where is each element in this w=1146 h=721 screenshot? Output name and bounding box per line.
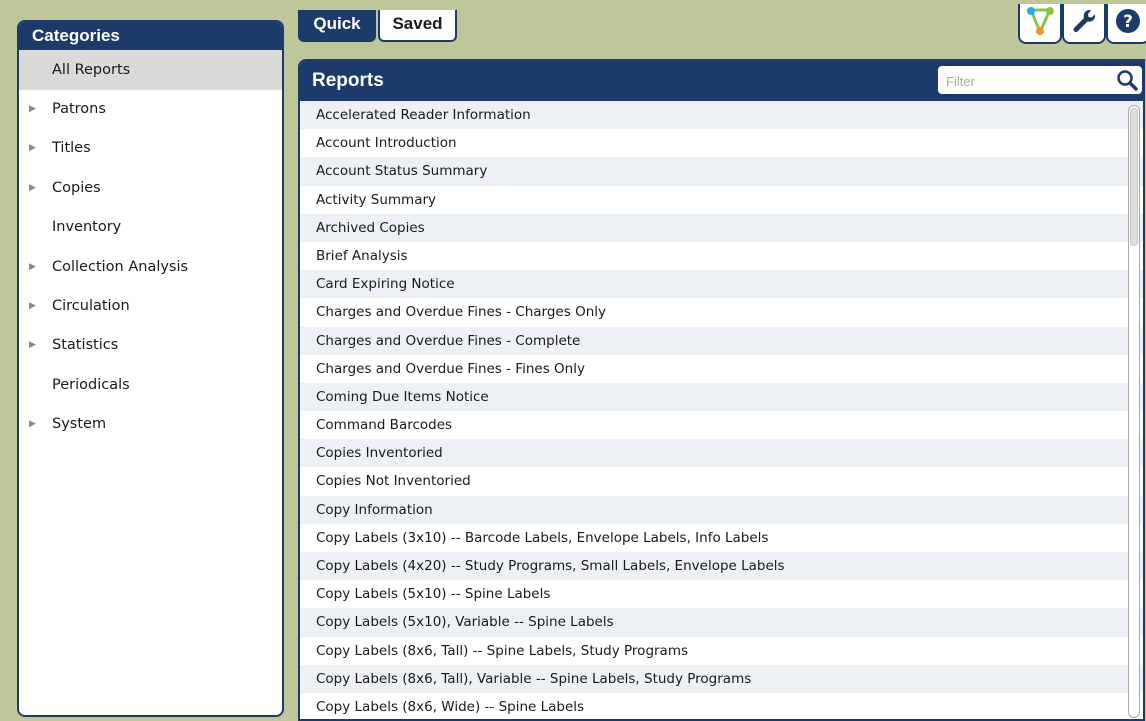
sidebar-item-statistics[interactable]: ▶ Statistics: [19, 326, 282, 365]
report-row[interactable]: Copies Inventoried: [300, 439, 1143, 468]
sidebar-item-circulation[interactable]: ▶ Circulation: [19, 287, 282, 326]
report-row[interactable]: Brief Analysis: [300, 241, 1143, 271]
report-row[interactable]: Charges and Overdue Fines - Fines Only: [300, 354, 1143, 383]
report-row[interactable]: Account Introduction: [300, 129, 1143, 158]
report-row[interactable]: Copy Labels (4x20) -- Study Programs, Sm…: [300, 552, 1143, 581]
report-row[interactable]: Command Barcodes: [300, 411, 1143, 440]
report-row[interactable]: Archived Copies: [300, 213, 1143, 242]
filter-input[interactable]: [938, 66, 1118, 96]
sidebar-item-label: System: [52, 416, 107, 433]
expand-arrow-icon[interactable]: ▶: [29, 326, 36, 365]
expand-arrow-icon[interactable]: ▶: [29, 90, 36, 129]
help-icon: ?: [1115, 7, 1141, 39]
report-row[interactable]: Copy Labels (8x6, Wide) -- Spine Labels: [300, 692, 1143, 719]
sidebar-item-label: Patrons: [52, 101, 106, 117]
categories-panel: Categories All Reports ▶ Patrons ▶ Titles ▶ Co…: [17, 20, 284, 717]
categories-title: Categories: [19, 22, 282, 50]
sidebar-item-label: Periodicals: [52, 376, 130, 393]
workflow-button[interactable]: [1018, 4, 1062, 44]
search-icon[interactable]: [1116, 69, 1138, 95]
sidebar-item-titles[interactable]: ▶ Titles: [19, 129, 282, 168]
report-row[interactable]: Charges and Overdue Fines - Charges Only: [300, 298, 1143, 327]
sidebar-item-label: Circulation: [52, 297, 130, 314]
expand-arrow-icon[interactable]: ▶: [29, 405, 36, 444]
report-row[interactable]: Coming Due Items Notice: [300, 382, 1143, 412]
tab-saved[interactable]: Saved: [378, 10, 457, 42]
sidebar-item-label: Inventory: [52, 219, 122, 236]
report-row[interactable]: Copy Labels (5x10) -- Spine Labels: [300, 580, 1143, 609]
expand-arrow-icon[interactable]: ▶: [29, 169, 36, 208]
sidebar-item-all-reports[interactable]: All Reports: [19, 50, 282, 90]
report-row[interactable]: Charges and Overdue Fines - Complete: [300, 326, 1143, 355]
report-row[interactable]: Card Expiring Notice: [300, 270, 1143, 299]
svg-text:?: ?: [1123, 12, 1133, 32]
expand-arrow-icon[interactable]: ▶: [29, 248, 36, 287]
sidebar-item-copies[interactable]: ▶ Copies: [19, 169, 282, 208]
report-row[interactable]: Activity Summary: [300, 185, 1143, 214]
report-row[interactable]: Copy Information: [300, 495, 1143, 524]
report-row[interactable]: Accelerated Reader Information: [300, 101, 1143, 130]
reports-title: Reports: [312, 70, 384, 91]
sidebar-item-label: Collection Analysis: [52, 258, 189, 275]
reports-header: Reports: [300, 61, 1143, 101]
category-list: All Reports ▶ Patrons ▶ Titles ▶ Copies Invento…: [19, 50, 282, 445]
report-row[interactable]: Copies Not Inventoried: [300, 467, 1143, 496]
settings-button[interactable]: [1062, 4, 1106, 44]
wrench-icon: [1071, 7, 1097, 39]
sidebar-item-label: Copies: [52, 179, 101, 196]
report-list: Accelerated Reader Information Account In…: [300, 101, 1143, 719]
sidebar-item-periodicals[interactable]: Periodicals: [19, 366, 282, 405]
sidebar-item-label: Titles: [52, 140, 91, 157]
report-row[interactable]: Copy Labels (8x6, Tall) -- Spine Labels,…: [300, 636, 1143, 665]
sidebar-item-label: All Reports: [52, 62, 131, 78]
sidebar-item-system[interactable]: ▶ System: [19, 405, 282, 444]
tab-quick[interactable]: Quick: [298, 10, 376, 42]
report-row[interactable]: Copy Labels (3x10) -- Barcode Labels, En…: [300, 523, 1143, 552]
report-row[interactable]: Copy Labels (8x6, Tall), Variable -- Spi…: [300, 664, 1143, 693]
sidebar-item-collection-analysis[interactable]: ▶ Collection Analysis: [19, 248, 282, 287]
help-button[interactable]: ?: [1106, 4, 1146, 44]
report-row[interactable]: Copy Labels (5x10), Variable -- Spine La…: [300, 608, 1143, 637]
scrollbar-thumb[interactable]: [1130, 108, 1138, 246]
expand-arrow-icon[interactable]: ▶: [29, 287, 36, 326]
sidebar-item-label: Statistics: [52, 337, 119, 354]
workflow-icon: [1026, 6, 1054, 40]
reports-panel: Reports Accelerated Reader InformationAc…: [298, 59, 1145, 721]
expand-arrow-icon[interactable]: ▶: [29, 129, 36, 168]
sidebar-item-patrons[interactable]: ▶ Patrons: [19, 90, 282, 129]
scrollbar[interactable]: [1128, 105, 1140, 718]
report-row[interactable]: Account Status Summary: [300, 157, 1143, 186]
sidebar-item-inventory[interactable]: Inventory: [19, 208, 282, 247]
filter-box: [938, 66, 1142, 96]
